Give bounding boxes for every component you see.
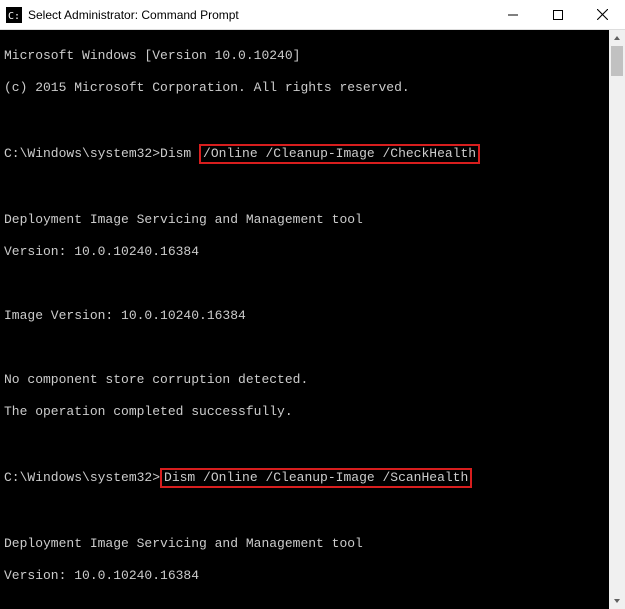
output-line [4, 112, 621, 128]
maximize-button[interactable] [535, 0, 580, 29]
command-prompt-window: C: Select Administrator: Command Prompt … [0, 0, 625, 609]
window-controls [490, 0, 625, 29]
output-line: Version: 10.0.10240.16384 [4, 244, 621, 260]
output-line [4, 180, 621, 196]
output-line [4, 340, 621, 356]
output-line: Microsoft Windows [Version 10.0.10240] [4, 48, 621, 64]
titlebar[interactable]: C: Select Administrator: Command Prompt [0, 0, 625, 30]
command-line: C:\Windows\system32>Dism /Online /Cleanu… [4, 468, 621, 488]
output-line: Deployment Image Servicing and Managemen… [4, 536, 621, 552]
output-line: Version: 10.0.10240.16384 [4, 568, 621, 584]
scrollbar-up-arrow[interactable] [609, 30, 625, 46]
prompt-path: C:\Windows\system32> [4, 146, 160, 161]
output-line: (c) 2015 Microsoft Corporation. All righ… [4, 80, 621, 96]
scrollbar-thumb[interactable] [611, 46, 623, 76]
close-button[interactable] [580, 0, 625, 29]
window-title: Select Administrator: Command Prompt [28, 8, 490, 22]
output-line: Image Version: 10.0.10240.16384 [4, 308, 621, 324]
vertical-scrollbar[interactable] [609, 30, 625, 609]
prompt-path: C:\Windows\system32> [4, 470, 160, 485]
output-line [4, 436, 621, 452]
output-line: No component store corruption detected. [4, 372, 621, 388]
highlighted-command: Dism /Online /Cleanup-Image /ScanHealth [160, 468, 472, 488]
output-line: Deployment Image Servicing and Managemen… [4, 212, 621, 228]
cmd-icon: C: [6, 7, 22, 23]
scrollbar-down-arrow[interactable] [609, 593, 625, 609]
command-prefix: Dism [160, 146, 199, 161]
output-line: The operation completed successfully. [4, 404, 621, 420]
output-line [4, 504, 621, 520]
output-line [4, 600, 621, 609]
output-line [4, 276, 621, 292]
command-line: C:\Windows\system32>Dism /Online /Cleanu… [4, 144, 621, 164]
console-output[interactable]: Microsoft Windows [Version 10.0.10240] (… [0, 30, 625, 609]
highlighted-command: /Online /Cleanup-Image /CheckHealth [199, 144, 480, 164]
minimize-button[interactable] [490, 0, 535, 29]
scrollbar-track[interactable] [609, 46, 625, 593]
svg-text:C:: C: [8, 11, 20, 22]
